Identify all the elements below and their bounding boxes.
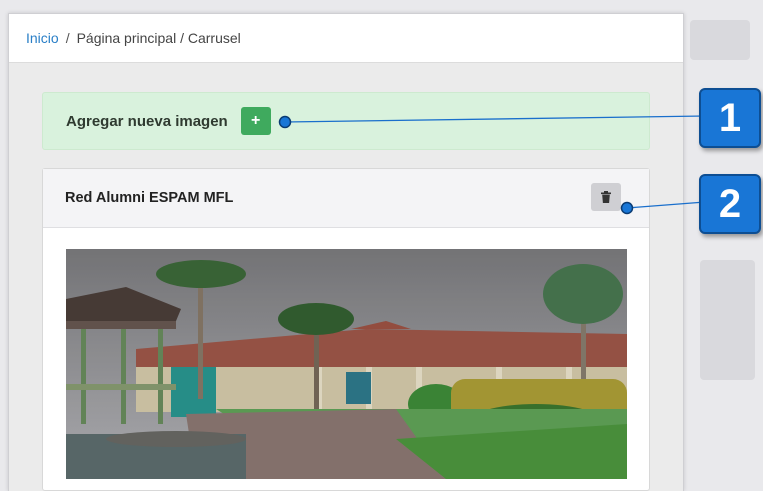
callout-2: 2 [699, 174, 761, 234]
callout-number: 2 [718, 181, 742, 226]
callout-1: 1 [699, 88, 761, 148]
annotation-lines [278, 115, 706, 215]
callout-number: 1 [718, 95, 742, 140]
